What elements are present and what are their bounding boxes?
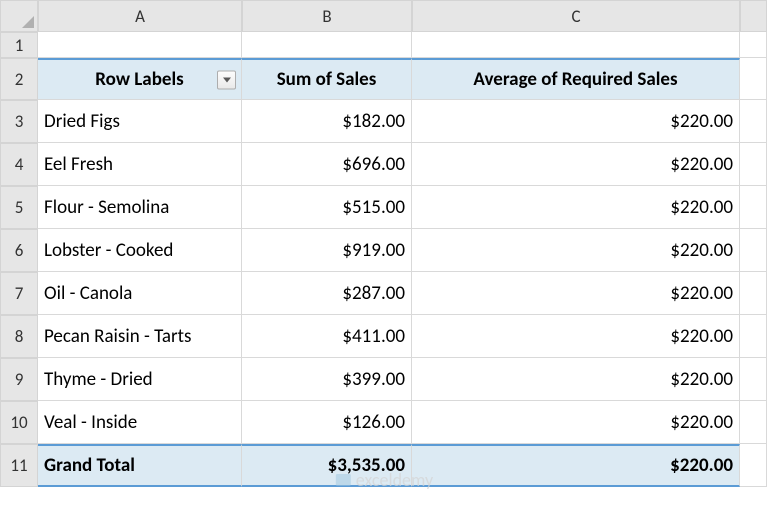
col-header-b[interactable]: B <box>242 0 412 32</box>
row-header-11[interactable]: 11 <box>0 444 38 487</box>
row-header-1[interactable]: 1 <box>0 32 38 58</box>
table-row[interactable]: Veal - Inside <box>38 401 242 444</box>
table-row[interactable]: Oil - Canola <box>38 272 242 315</box>
cell[interactable] <box>740 315 767 358</box>
header-text: Row Labels <box>95 68 183 91</box>
grand-total-avg[interactable]: $220.00 <box>412 444 740 487</box>
row-header-3[interactable]: 3 <box>0 100 38 143</box>
cell[interactable] <box>740 143 767 186</box>
table-row[interactable]: Lobster - Cooked <box>38 229 242 272</box>
spreadsheet-grid: A B C 1 2 Row Labels Sum of Sales Averag… <box>0 0 767 487</box>
row-header-5[interactable]: 5 <box>0 186 38 229</box>
filter-dropdown-icon[interactable] <box>217 70 236 89</box>
cell[interactable] <box>740 186 767 229</box>
row-header-2[interactable]: 2 <box>0 58 38 100</box>
cell[interactable] <box>740 32 767 58</box>
table-row[interactable]: $220.00 <box>412 100 740 143</box>
row-header-6[interactable]: 6 <box>0 229 38 272</box>
table-row[interactable]: Eel Fresh <box>38 143 242 186</box>
table-row[interactable]: $220.00 <box>412 358 740 401</box>
table-row[interactable]: $182.00 <box>242 100 412 143</box>
cell[interactable] <box>740 100 767 143</box>
table-row[interactable]: $696.00 <box>242 143 412 186</box>
cell[interactable] <box>242 32 412 58</box>
pivot-header-row-labels[interactable]: Row Labels <box>38 58 242 100</box>
cell[interactable] <box>740 358 767 401</box>
pivot-header-sum-of-sales[interactable]: Sum of Sales <box>242 58 412 100</box>
table-row[interactable]: $411.00 <box>242 315 412 358</box>
cell[interactable] <box>740 58 767 100</box>
table-row[interactable]: $399.00 <box>242 358 412 401</box>
cell[interactable] <box>740 229 767 272</box>
table-row[interactable]: $220.00 <box>412 186 740 229</box>
table-row[interactable]: $919.00 <box>242 229 412 272</box>
table-row[interactable]: $287.00 <box>242 272 412 315</box>
table-row[interactable]: Flour - Semolina <box>38 186 242 229</box>
col-header-c[interactable]: C <box>412 0 740 32</box>
pivot-header-avg-required-sales[interactable]: Average of Required Sales <box>412 58 740 100</box>
cell[interactable] <box>740 444 767 487</box>
table-row[interactable]: $220.00 <box>412 401 740 444</box>
table-row[interactable]: Thyme - Dried <box>38 358 242 401</box>
row-header-9[interactable]: 9 <box>0 358 38 401</box>
table-row[interactable]: $126.00 <box>242 401 412 444</box>
table-row[interactable]: $220.00 <box>412 272 740 315</box>
row-header-8[interactable]: 8 <box>0 315 38 358</box>
cell[interactable] <box>38 32 242 58</box>
table-row[interactable]: $515.00 <box>242 186 412 229</box>
grand-total-label[interactable]: Grand Total <box>38 444 242 487</box>
col-header-a[interactable]: A <box>38 0 242 32</box>
cell[interactable] <box>740 401 767 444</box>
row-header-4[interactable]: 4 <box>0 143 38 186</box>
table-row[interactable]: $220.00 <box>412 143 740 186</box>
cell[interactable] <box>740 272 767 315</box>
grand-total-sales[interactable]: $3,535.00 <box>242 444 412 487</box>
col-header-d[interactable] <box>740 0 767 32</box>
table-row[interactable]: Pecan Raisin - Tarts <box>38 315 242 358</box>
table-row[interactable]: $220.00 <box>412 229 740 272</box>
row-header-7[interactable]: 7 <box>0 272 38 315</box>
cell[interactable] <box>412 32 740 58</box>
select-all-corner[interactable] <box>0 0 38 32</box>
table-row[interactable]: $220.00 <box>412 315 740 358</box>
table-row[interactable]: Dried Figs <box>38 100 242 143</box>
row-header-10[interactable]: 10 <box>0 401 38 444</box>
